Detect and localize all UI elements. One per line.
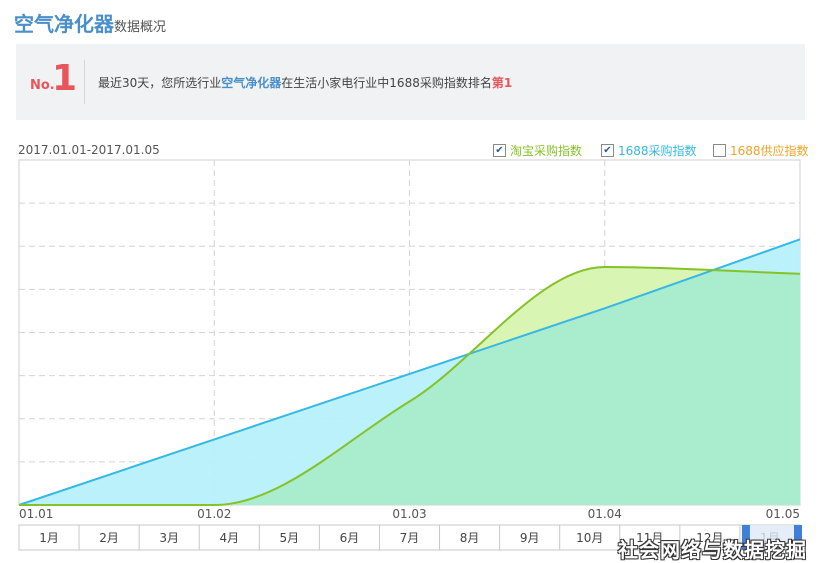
timeline-month: 10月 <box>576 531 603 545</box>
timeline-month: 4月 <box>219 531 239 545</box>
x-tick-label: 01.03 <box>392 507 426 521</box>
timeline-month: 8月 <box>460 531 480 545</box>
x-tick-label: 01.05 <box>766 507 800 521</box>
timeline-month: 2月 <box>99 531 119 545</box>
timeline-month: 7月 <box>400 531 420 545</box>
timeline-month: 5月 <box>280 531 300 545</box>
x-tick-label: 01.04 <box>588 507 622 521</box>
x-tick-label: 01.02 <box>197 507 231 521</box>
timeline-month: 3月 <box>159 531 179 545</box>
x-tick-label: 01.01 <box>19 507 53 521</box>
area-chart: 01.01 01.02 01.03 01.04 01.05 1月 2月 3月 4月 5月 6月 7月 8… <box>18 159 802 551</box>
timeline-month: 9月 <box>520 531 540 545</box>
timeline-month: 6月 <box>340 531 360 545</box>
watermark: 社会网络与数据挖掘 <box>618 538 807 562</box>
timeline-month: 1月 <box>39 531 59 545</box>
